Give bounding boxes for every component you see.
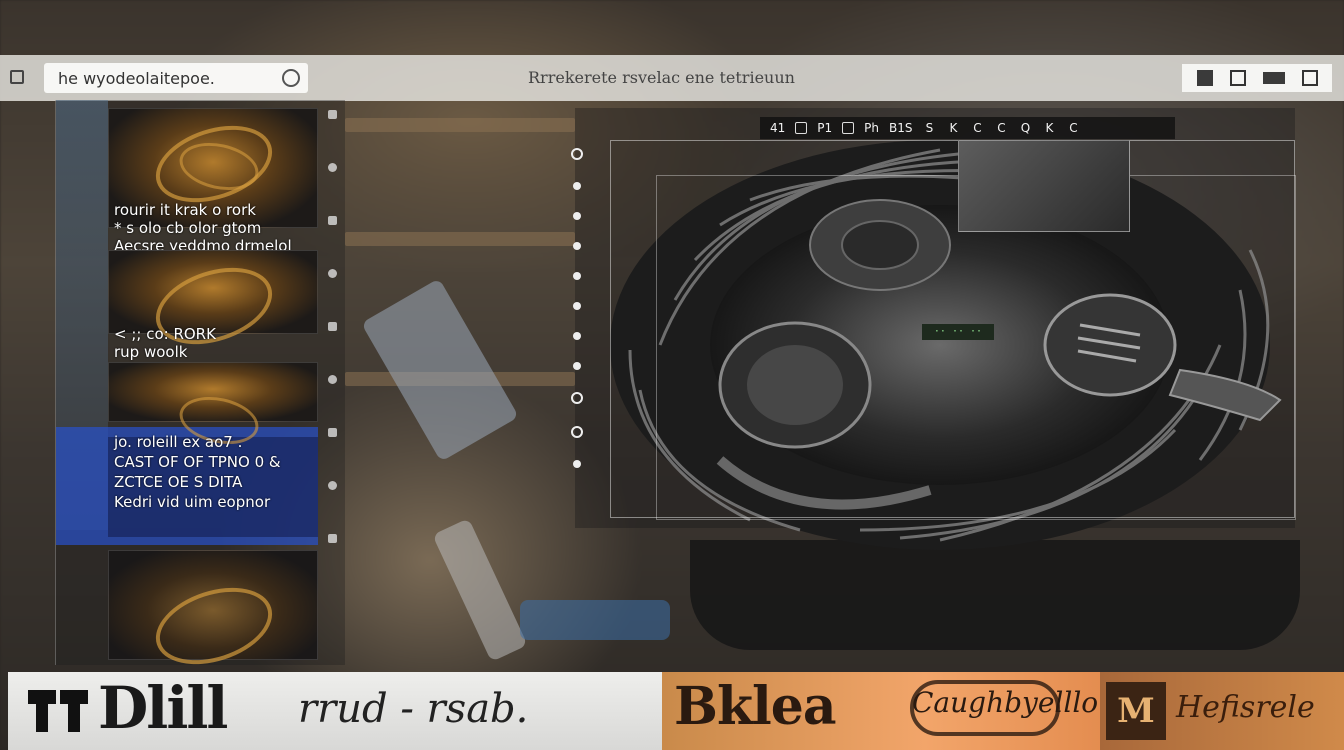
panel-scroll-gutter[interactable]	[318, 100, 346, 665]
toolbar-item[interactable]: 41	[770, 121, 785, 135]
toolbar-item[interactable]: Q	[1018, 121, 1032, 135]
toolbar-item[interactable]: K	[1042, 121, 1056, 135]
item-text: ZCTCE OE S DITA	[114, 473, 243, 491]
tool-icon[interactable]	[571, 426, 583, 438]
left-browser-panel: rourir it krak o rork * s olo cb olor gt…	[55, 100, 346, 678]
maximize-icon[interactable]	[1262, 72, 1285, 84]
banner-segment-3[interactable]: M Hefisrele	[1100, 672, 1344, 750]
search-input[interactable]: he wyodeolaitepoe.	[44, 63, 308, 93]
gutter-icon[interactable]	[327, 428, 337, 437]
gutter-icon[interactable]	[327, 481, 337, 490]
toolbar-item[interactable]: B1S	[889, 121, 912, 135]
window-menu-icon[interactable]	[10, 70, 24, 84]
gutter-icon[interactable]	[327, 110, 337, 119]
toolbar-item[interactable]: K	[946, 121, 960, 135]
toolbar-item[interactable]: S	[922, 121, 936, 135]
minimize-icon[interactable]	[1196, 70, 1213, 86]
toolbar-item[interactable]: C	[970, 121, 984, 135]
banner-segment-1[interactable]: Dlill rrud - rsab.	[8, 672, 662, 750]
thumbnail-card[interactable]	[108, 362, 318, 451]
viewer-side-toolbar	[567, 148, 587, 528]
background-shelf	[345, 232, 575, 246]
toolbar-icon[interactable]	[842, 122, 855, 134]
brand-logo-icon	[28, 690, 88, 732]
bottom-banner: Dlill rrud - rsab. Bklea Caughbyelllo M …	[8, 672, 1344, 750]
item-text: Kedri vid uim eopnor	[114, 493, 271, 511]
banner-mark: M	[1106, 682, 1166, 740]
toolbar-item[interactable]: C	[994, 121, 1008, 135]
item-text: * s olo cb olor gtom	[114, 219, 262, 237]
tool-icon[interactable]	[573, 362, 581, 370]
item-text: rup woolk	[114, 343, 188, 361]
banner-headline: Bklea	[674, 676, 837, 737]
item-text: < ;; co: RORK	[114, 325, 216, 343]
gutter-icon[interactable]	[327, 216, 337, 225]
thumbnail-card[interactable]	[108, 250, 318, 358]
banner-script-text: rrud - rsab.	[298, 686, 529, 732]
gutter-icon[interactable]	[327, 534, 337, 543]
tool-icon[interactable]	[573, 332, 581, 340]
toolbar-item[interactable]: P1	[817, 121, 832, 135]
background-shelf	[345, 118, 575, 132]
window-titlebar: he wyodeolaitepoe. Rrrekerete rsvelac en…	[0, 55, 1344, 101]
toolbar-item[interactable]: C	[1066, 121, 1080, 135]
restore-icon[interactable]	[1229, 70, 1246, 86]
tool-icon[interactable]	[573, 302, 581, 310]
item-text: jo. roleill ex ao7 .	[114, 433, 243, 451]
toolbar-icon[interactable]	[795, 122, 808, 134]
tool-icon[interactable]	[573, 212, 581, 220]
item-text: rourir it krak o rork	[114, 201, 256, 219]
search-text: he wyodeolaitepoe.	[58, 68, 215, 88]
tool-icon[interactable]	[573, 182, 581, 190]
tool-icon[interactable]	[573, 272, 581, 280]
tool-icon[interactable]	[571, 148, 583, 160]
gutter-icon[interactable]	[327, 163, 337, 172]
preview-thumbnail[interactable]	[958, 140, 1130, 232]
window-controls	[1182, 64, 1332, 92]
tool-icon[interactable]	[573, 242, 581, 250]
gutter-icon[interactable]	[327, 269, 337, 278]
window-title: Rrrekerete rsvelac ene tetrieuun	[528, 68, 795, 87]
tool-icon[interactable]	[573, 460, 581, 468]
item-text: CAST OF OF TPNO 0 &	[114, 453, 281, 471]
thumbnail-card[interactable]	[108, 550, 318, 678]
banner-segment-2[interactable]: Bklea Caughbyelllo	[662, 672, 1100, 750]
banner-script-text: Hefisrele	[1176, 690, 1315, 725]
banner-script-text: Caughbyelllo	[912, 686, 1099, 719]
tool-icon[interactable]	[571, 392, 583, 404]
toolbar-item[interactable]: Ph	[864, 121, 879, 135]
gutter-icon[interactable]	[327, 375, 337, 384]
search-icon[interactable]	[282, 69, 300, 87]
background-tool	[520, 600, 670, 640]
viewer-toolbar: 41 P1 Ph B1S S K C C Q K C	[760, 117, 1175, 139]
close-icon[interactable]	[1301, 70, 1318, 86]
banner-headline: Dlill	[98, 674, 228, 742]
gutter-icon[interactable]	[327, 322, 337, 331]
fan-display: ·· ·· ··	[922, 324, 994, 340]
